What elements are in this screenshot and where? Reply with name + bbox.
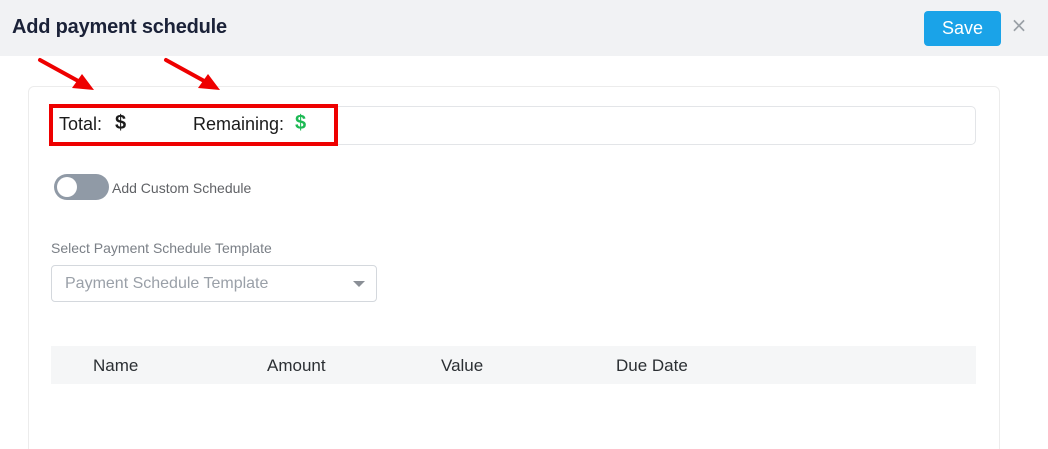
column-header-value: Value bbox=[441, 356, 484, 375]
close-icon[interactable]: × bbox=[1010, 14, 1028, 36]
column-header-due-date: Due Date bbox=[616, 356, 688, 375]
schedule-table-header: Name Amount Value Due Date bbox=[51, 346, 976, 384]
save-button[interactable]: Save bbox=[924, 11, 1001, 46]
column-header-amount: Amount bbox=[267, 356, 326, 375]
arrow-annotation-icon bbox=[38, 58, 94, 90]
toggle-knob bbox=[57, 177, 77, 197]
column-header-name: Name bbox=[93, 356, 139, 375]
dialog-header: Add payment schedule Save × bbox=[0, 0, 1048, 56]
template-select-placeholder: Payment Schedule Template bbox=[65, 275, 269, 292]
dialog-title: Add payment schedule bbox=[12, 16, 227, 38]
chevron-down-icon bbox=[353, 281, 365, 287]
arrow-annotation-icon bbox=[164, 58, 220, 90]
custom-schedule-toggle[interactable] bbox=[54, 174, 109, 200]
template-select[interactable]: Payment Schedule Template bbox=[51, 265, 377, 302]
annotation-highlight-box bbox=[49, 104, 338, 146]
template-select-label: Select Payment Schedule Template bbox=[51, 240, 272, 256]
custom-schedule-label: Add Custom Schedule bbox=[112, 180, 252, 196]
